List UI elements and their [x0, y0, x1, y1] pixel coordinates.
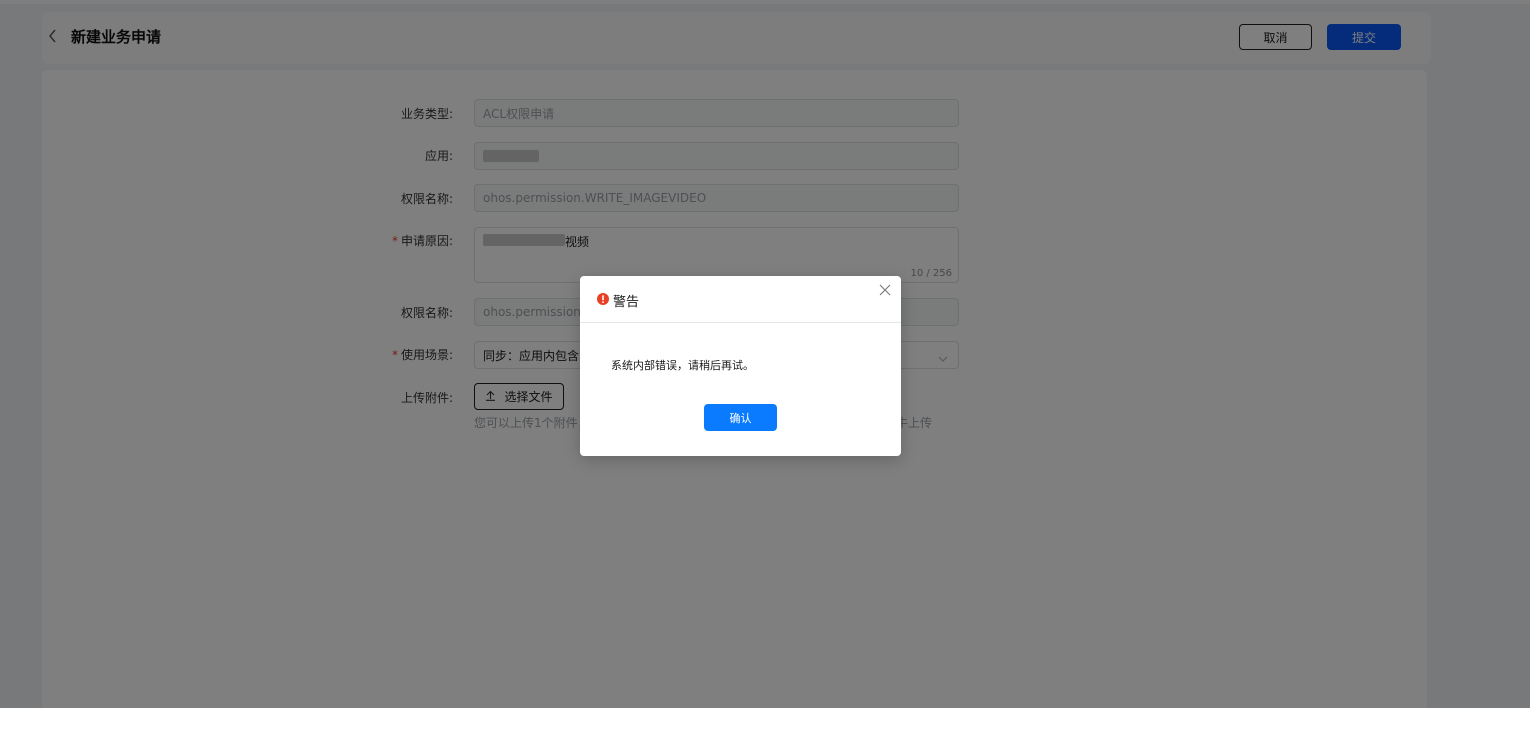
warning-circle-icon	[597, 293, 609, 305]
dialog-message: 系统内部错误，请稍后再试。	[611, 359, 754, 372]
dialog-title: 警告	[613, 295, 640, 310]
confirm-button[interactable]: 确认	[704, 404, 777, 431]
warning-dialog: 警告 系统内部错误，请稍后再试。 确认	[580, 276, 901, 456]
close-icon[interactable]	[878, 283, 892, 297]
